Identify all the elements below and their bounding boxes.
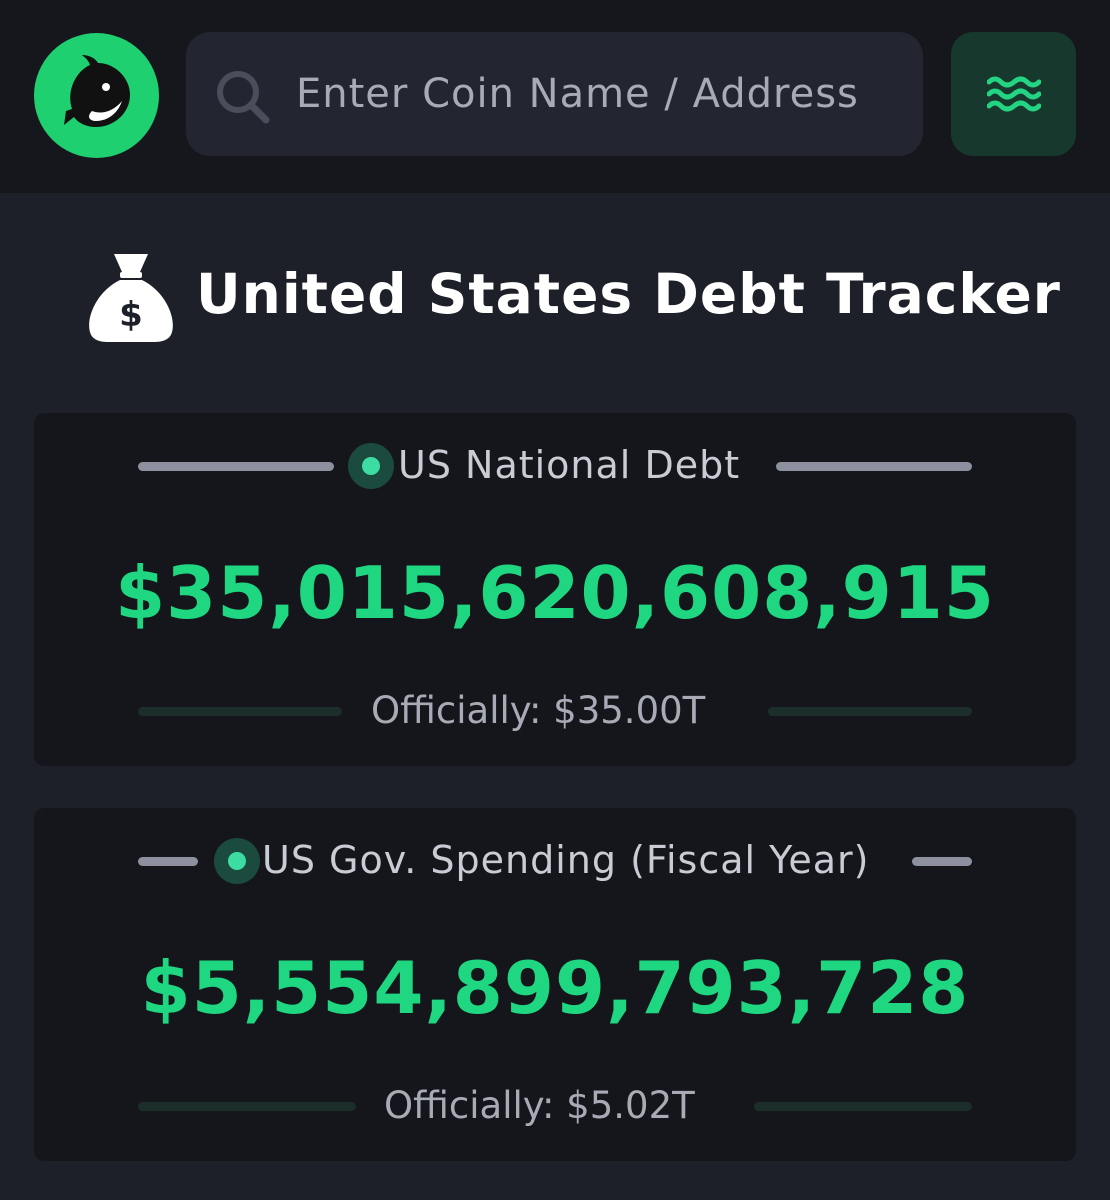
search-bar[interactable] bbox=[186, 32, 923, 156]
divider-line bbox=[776, 462, 972, 471]
sub-divider-line bbox=[138, 1102, 356, 1111]
sub-divider-line bbox=[138, 707, 342, 716]
sub-divider-line bbox=[754, 1102, 972, 1111]
divider-line bbox=[138, 462, 334, 471]
divider-line bbox=[138, 857, 198, 866]
debt-amount: $35,015,620,608,915 bbox=[115, 551, 995, 635]
page-title: United States Debt Tracker bbox=[196, 262, 1061, 326]
card-label-row: US Gov. Spending (Fiscal Year) bbox=[34, 808, 1076, 908]
card-label-row: US National Debt bbox=[34, 413, 1076, 513]
official-value: Officially: $35.00T bbox=[371, 689, 706, 732]
official-value: Officially: $5.02T bbox=[384, 1084, 695, 1127]
menu-button[interactable] bbox=[951, 32, 1076, 156]
search-icon bbox=[217, 71, 270, 124]
spending-amount: $5,554,899,793,728 bbox=[140, 946, 970, 1030]
waves-menu-icon bbox=[986, 76, 1041, 112]
card-label: US Gov. Spending (Fiscal Year) bbox=[262, 838, 870, 882]
national-debt-card: US National Debt $35,015,620,608,915 Off… bbox=[34, 413, 1076, 766]
live-indicator-icon bbox=[214, 838, 260, 884]
title-row: $ United States Debt Tracker bbox=[0, 240, 1110, 350]
sub-divider-line bbox=[768, 707, 972, 716]
gov-spending-card: US Gov. Spending (Fiscal Year) $5,554,89… bbox=[34, 808, 1076, 1161]
money-bag-icon: $ bbox=[89, 254, 173, 342]
top-bar bbox=[0, 0, 1110, 193]
whale-logo-icon[interactable] bbox=[34, 33, 159, 158]
svg-text:$: $ bbox=[119, 295, 143, 335]
card-label: US National Debt bbox=[398, 443, 741, 487]
divider-line bbox=[912, 857, 972, 866]
search-input[interactable] bbox=[296, 32, 896, 156]
live-indicator-icon bbox=[348, 443, 394, 489]
